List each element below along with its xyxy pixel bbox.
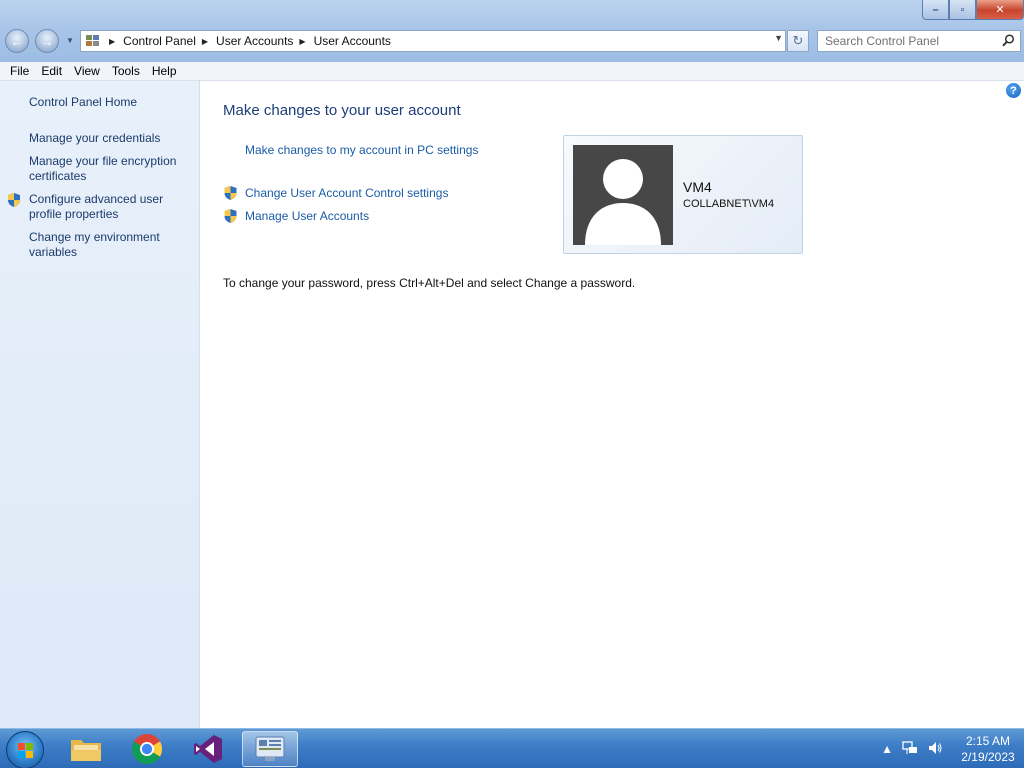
taskbar-visual-studio[interactable] (180, 731, 236, 767)
folder-icon (71, 740, 101, 761)
link-uac-settings[interactable]: Change User Account Control settings (245, 186, 448, 200)
user-domain-account: COLLABNET\VM4 (683, 198, 775, 210)
breadcrumb-control-panel[interactable]: Control Panel (123, 34, 196, 48)
breadcrumb-user-accounts-current[interactable]: User Accounts (314, 34, 391, 48)
breadcrumb-user-accounts[interactable]: User Accounts (216, 34, 293, 48)
forward-button[interactable]: → (35, 29, 59, 53)
volume-icon[interactable] (927, 740, 943, 759)
sidebar-item-advanced-profile-properties[interactable]: Configure advanced user profile properti… (29, 192, 194, 222)
left-navigation-pane: Control Panel Home Manage your credentia… (0, 81, 200, 728)
menu-tools[interactable]: Tools (102, 62, 140, 80)
start-button[interactable] (6, 731, 44, 768)
help-icon[interactable]: ? (1006, 83, 1021, 98)
network-icon[interactable] (902, 740, 918, 759)
forward-arrow-icon: → (40, 33, 54, 49)
system-tray: ▲ 2:15 AM 2/19/2023 (881, 729, 1024, 768)
menu-help[interactable]: Help (142, 62, 177, 80)
visual-studio-icon (194, 735, 222, 763)
taskbar: ▲ 2:15 AM 2/19/2023 (0, 728, 1024, 768)
search-input[interactable] (825, 32, 1001, 50)
sidebar-item-manage-credentials[interactable]: Manage your credentials (29, 131, 194, 146)
menu-edit[interactable]: Edit (31, 62, 62, 80)
clock-date: 2/19/2023 (961, 750, 1015, 764)
address-bar[interactable]: ▶ Control Panel ▶ User Accounts ▶ User A… (80, 30, 786, 52)
breadcrumb-separator-icon[interactable]: ▶ (202, 37, 208, 46)
maximize-button[interactable]: ▫ (949, 0, 976, 20)
back-arrow-icon: ← (10, 33, 24, 49)
minimize-button[interactable]: – (922, 0, 949, 20)
uac-shield-icon (8, 193, 20, 207)
sidebar-item-control-panel-home[interactable]: Control Panel Home (29, 95, 194, 110)
user-name: VM4 (683, 179, 712, 195)
control-panel-icon (85, 33, 103, 49)
show-hidden-icons-chevron-up-icon[interactable]: ▲ (881, 742, 893, 756)
close-button[interactable]: ✕ (976, 0, 1024, 20)
page-title: Make changes to your user account (223, 102, 461, 119)
refresh-button[interactable]: ↻ (787, 30, 809, 52)
sidebar-item-file-encryption-certificates[interactable]: Manage your file encryption certificates (29, 154, 194, 184)
control-panel-icon (255, 736, 285, 761)
menu-view[interactable]: View (64, 62, 100, 80)
back-button[interactable]: ← (5, 29, 29, 53)
search-icon[interactable] (1002, 34, 1015, 50)
taskbar-google-chrome[interactable] (119, 731, 175, 767)
user-silhouette-icon (573, 145, 673, 245)
clock-time: 2:15 AM (965, 734, 1011, 748)
breadcrumb-separator-icon[interactable]: ▶ (299, 37, 305, 46)
link-manage-user-accounts[interactable]: Manage User Accounts (245, 209, 369, 223)
link-pc-settings[interactable]: Make changes to my account in PC setting… (245, 143, 478, 157)
uac-shield-icon (224, 209, 237, 223)
search-box[interactable] (817, 30, 1021, 52)
user-avatar (573, 145, 673, 245)
user-account-card: VM4 COLLABNET\VM4 (563, 135, 803, 254)
windows-logo-icon (18, 743, 33, 758)
password-change-hint: To change your password, press Ctrl+Alt+… (223, 276, 636, 290)
refresh-icon: ↻ (792, 33, 804, 48)
taskbar-control-panel[interactable] (242, 731, 298, 767)
window-controls: – ▫ ✕ (922, 0, 1024, 20)
taskbar-windows-explorer[interactable] (58, 731, 114, 767)
chrome-icon (131, 734, 163, 765)
breadcrumb-separator-icon[interactable]: ▶ (109, 37, 115, 46)
menu-bar: File Edit View Tools Help (0, 62, 1024, 81)
sidebar-item-environment-variables[interactable]: Change my environment variables (29, 230, 194, 260)
address-history-chevron-down-icon[interactable]: ▼ (774, 33, 783, 43)
menu-file[interactable]: File (0, 62, 29, 80)
window-titlebar: – ▫ ✕ ← → ▼ ▶ Control Panel ▶ User Accou… (0, 0, 1024, 62)
taskbar-clock[interactable]: 2:15 AM 2/19/2023 (952, 733, 1024, 765)
uac-shield-icon (224, 186, 237, 200)
recent-pages-dropdown[interactable]: ▼ (66, 36, 74, 45)
